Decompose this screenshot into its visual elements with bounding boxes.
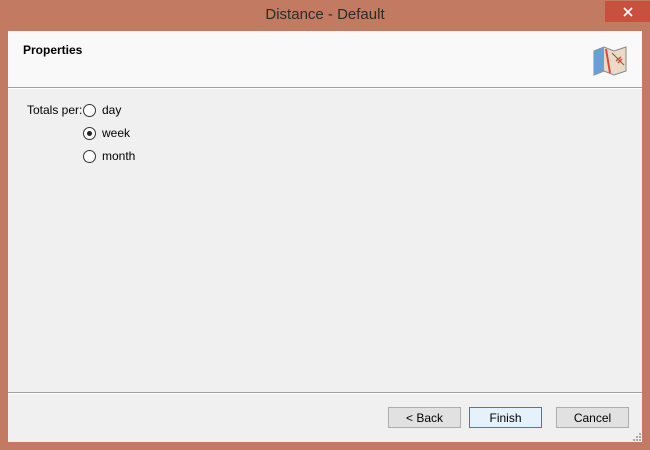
wizard-header: Properties <box>8 31 642 88</box>
radio-month-label: month <box>102 149 136 163</box>
header-separator <box>8 88 642 89</box>
close-icon <box>622 6 633 17</box>
close-button[interactable] <box>605 1 650 22</box>
page-title: Properties <box>23 43 83 57</box>
radio-month[interactable]: month <box>83 148 135 164</box>
window-title: Distance - Default <box>265 6 385 23</box>
finish-button[interactable]: Finish <box>469 407 542 428</box>
wizard-window: Distance - Default Properties Totals per… <box>0 0 650 450</box>
resize-grip-icon[interactable] <box>632 432 642 442</box>
radio-day-label: day <box>102 103 122 117</box>
radio-week-label: week <box>102 126 131 140</box>
back-button[interactable]: < Back <box>388 407 461 428</box>
totals-per-label: Totals per: <box>27 103 83 117</box>
radio-week[interactable]: week <box>83 125 130 141</box>
cancel-button[interactable]: Cancel <box>556 407 629 428</box>
radio-month-button[interactable] <box>83 149 96 163</box>
title-bar[interactable]: Distance - Default <box>0 0 650 31</box>
radio-day[interactable]: day <box>83 102 121 118</box>
map-icon <box>593 46 627 76</box>
footer-separator-highlight <box>8 393 642 394</box>
client-area: Properties Totals per: day week month < <box>8 31 642 442</box>
radio-day-button[interactable] <box>83 103 96 117</box>
radio-week-button[interactable] <box>83 126 96 140</box>
